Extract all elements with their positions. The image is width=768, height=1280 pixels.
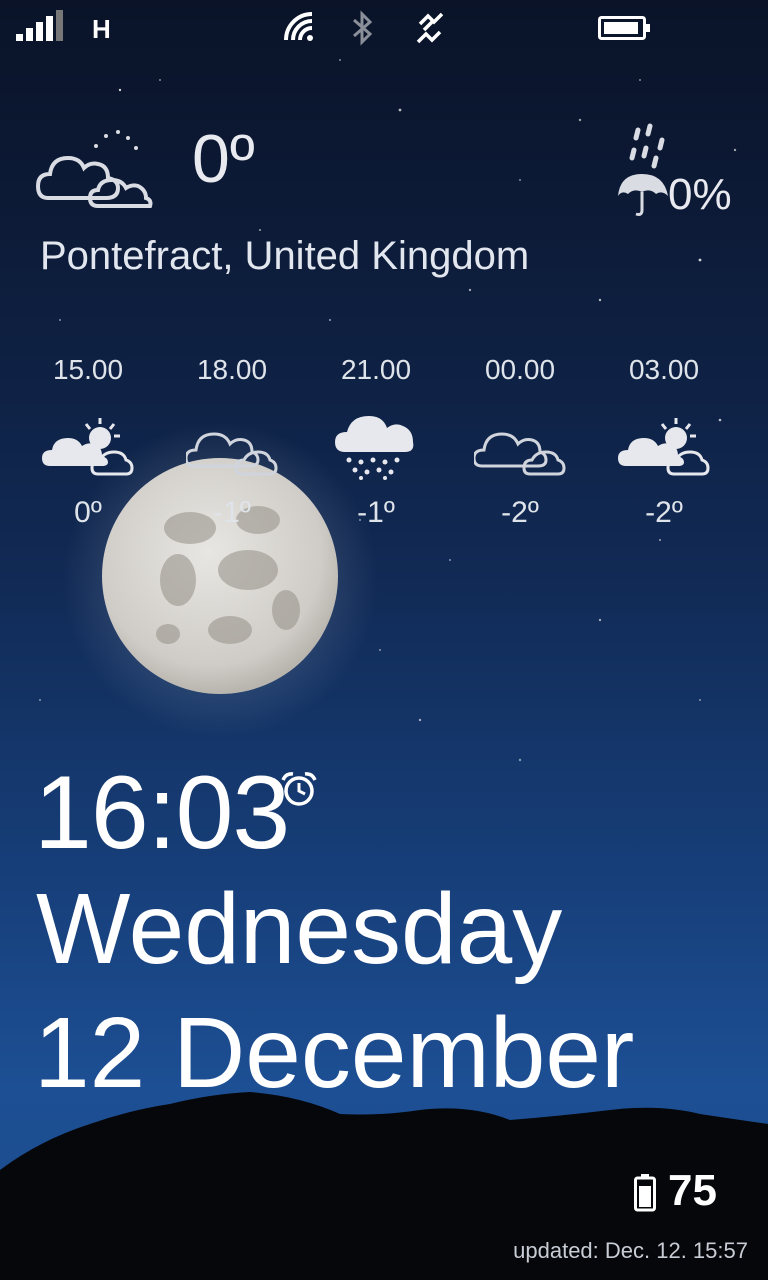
forecast-item: 18.00 -1º [160,354,304,530]
forecast-item: 21.00 -1º [304,354,448,530]
forecast-time: 21.00 [340,354,412,385]
battery-percent: 75 [668,1166,717,1215]
battery-icon [598,16,650,40]
forecast-item: 00.00 -2º [448,354,592,530]
current-temperature: 0º [192,121,255,197]
forecast-temp: -1º [357,496,395,529]
battery-icon [634,1174,656,1212]
forecast-item: 15.00 0º [16,354,160,530]
cloudy-icon [186,432,278,476]
location-label: Pontefract, United Kingdom [40,234,530,278]
clock-time: 16:03 [34,755,290,871]
forecast-temp: 0º [74,496,102,529]
precipitation-chance: 0% [668,170,732,219]
last-updated: updated: Dec. 12. 15:57 [513,1238,748,1263]
forecast-time: 15.00 [52,354,124,385]
cloudy-icon [474,432,566,476]
forecast-time: 03.00 [628,354,700,385]
partly-cloudy-night-icon [36,130,153,208]
forecast-temp: -2º [645,496,683,529]
forecast-temp: -1º [213,496,251,529]
snow-cloud-icon [335,416,414,480]
status-bar: H [0,0,768,60]
forecast-time: 18.00 [196,354,268,385]
clock-day: Wednesday [36,873,563,985]
umbrella-rain-icon [618,123,668,216]
forecast-temp: -2º [501,496,539,529]
alarm-clock-icon [281,772,317,806]
partly-cloudy-sun-icon [618,418,710,476]
partly-cloudy-sun-icon [42,418,134,476]
forecast-time: 00.00 [484,354,556,385]
network-type: H [92,14,111,44]
bluetooth-icon [353,10,373,46]
signal-bars-icon [16,10,63,41]
forecast-item: 03.00 -2º [592,354,736,530]
sync-icon [416,12,444,44]
wifi-icon [284,12,313,41]
